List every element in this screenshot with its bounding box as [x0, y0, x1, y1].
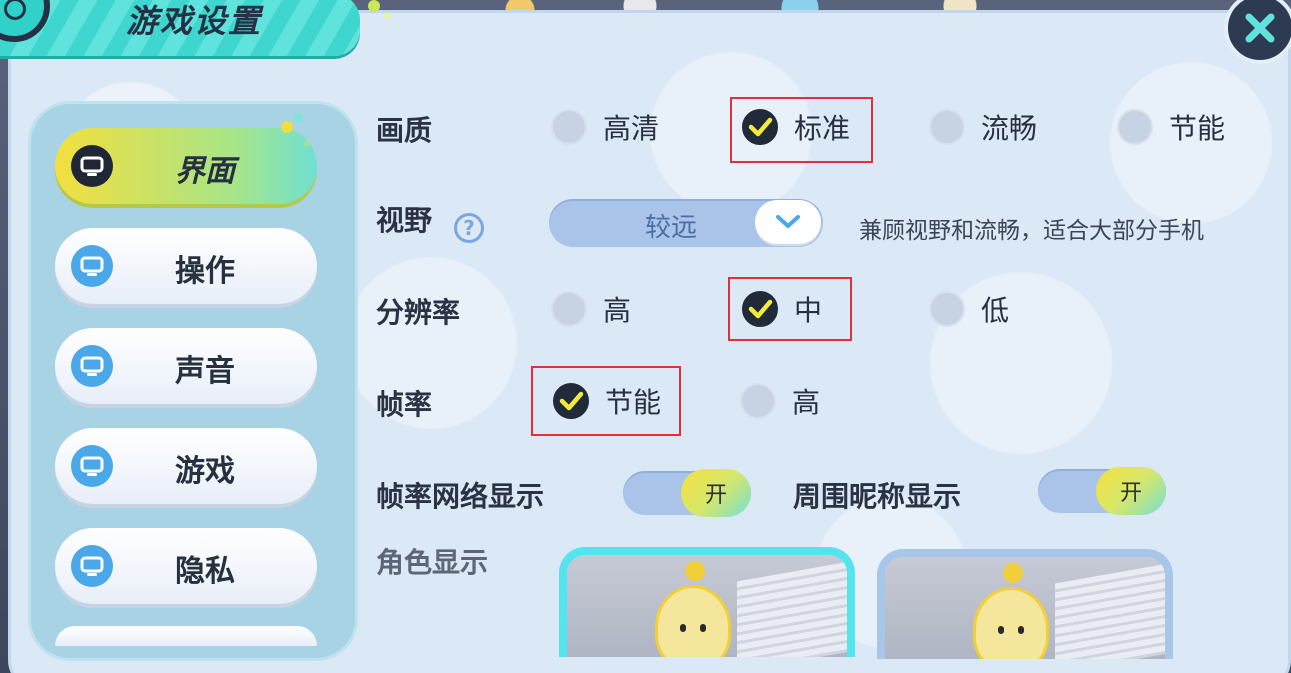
role-display-card[interactable] [877, 549, 1173, 659]
toggle-knob: 开 [1096, 467, 1166, 515]
radio-label: 高 [603, 294, 632, 327]
radio-circle [551, 109, 587, 145]
radio-circle [929, 109, 965, 145]
header-banner: 游戏设置 [0, 0, 360, 56]
question-icon[interactable]: ? [454, 213, 484, 243]
nearby-nickname-display-label: 周围昵称显示 [793, 480, 962, 513]
resolution-option-low[interactable]: 低 [929, 279, 1009, 339]
monitor-icon [71, 145, 113, 187]
sparkle-decoration [294, 113, 303, 122]
sidebar-item-sound[interactable]: 声音 [55, 328, 317, 404]
monitor-icon [71, 345, 113, 387]
quality-label: 画质 [376, 114, 433, 147]
selection-highlight-box [531, 366, 681, 436]
framerate-label: 帧率 [376, 388, 433, 421]
sidebar-item-label: 操作 [175, 254, 235, 289]
sidebar-item-label: 游戏 [175, 454, 235, 489]
role-display-card-selected[interactable] [559, 547, 855, 657]
role-display-label: 角色显示 [376, 546, 489, 579]
selection-highlight-box [730, 97, 873, 163]
sidebar-item-more[interactable] [55, 626, 317, 646]
sparkle-decoration [368, 0, 380, 12]
monitor-icon [71, 545, 113, 587]
radio-circle [929, 291, 965, 327]
sidebar-item-label: 隐私 [175, 554, 235, 589]
radio-circle [1117, 109, 1153, 145]
fov-dropdown[interactable]: 较远 [549, 199, 823, 247]
sparkle-decoration [281, 121, 293, 133]
framerate-network-display-label: 帧率网络显示 [376, 480, 545, 513]
chevron-down-icon[interactable] [755, 200, 821, 244]
radio-label: 流畅 [981, 112, 1038, 145]
radio-label: 高清 [603, 112, 660, 145]
radio-label: 低 [981, 294, 1010, 327]
selection-highlight-box [728, 277, 852, 341]
sidebar-item-interface[interactable]: 界面 [55, 128, 317, 204]
page-title: 游戏设置 [126, 2, 263, 40]
sidebar-item-controls[interactable]: 操作 [55, 228, 317, 304]
sidebar-item-label: 声音 [175, 354, 235, 389]
nearby-nickname-display-toggle[interactable]: 开 [1038, 467, 1166, 515]
quality-option-power-saving[interactable]: 节能 [1117, 97, 1225, 157]
fov-value: 较远 [645, 213, 698, 243]
settings-panel: 界面 操作 声音 游戏 隐私 画质 高清 标准 流畅 节能 视野 ? 较远 兼顾… [8, 10, 1291, 673]
fov-label: 视野 [376, 204, 433, 237]
radio-circle [551, 291, 587, 327]
character-antenna [1003, 563, 1023, 583]
quality-option-hd[interactable]: 高清 [551, 97, 659, 157]
sidebar-item-privacy[interactable]: 隐私 [55, 528, 317, 604]
close-icon [1245, 13, 1275, 43]
settings-sidebar: 界面 操作 声音 游戏 隐私 [28, 101, 358, 661]
fov-description: 兼顾视野和流畅，适合大部分手机 [859, 218, 1204, 244]
radio-label: 高 [792, 386, 821, 419]
monitor-icon [71, 445, 113, 487]
toggle-knob: 开 [681, 469, 751, 517]
sparkle-decoration [384, 12, 391, 19]
quality-option-smooth[interactable]: 流畅 [929, 97, 1037, 157]
radio-circle [740, 383, 776, 419]
sidebar-item-label: 界面 [175, 154, 235, 189]
character-antenna [685, 561, 705, 581]
resolution-option-high[interactable]: 高 [551, 279, 631, 339]
radio-label: 节能 [1169, 112, 1226, 145]
framerate-network-display-toggle[interactable]: 开 [623, 469, 751, 517]
framerate-option-high[interactable]: 高 [740, 371, 820, 431]
sparkle-decoration [304, 141, 310, 147]
sidebar-item-game[interactable]: 游戏 [55, 428, 317, 504]
monitor-icon [71, 245, 113, 287]
resolution-label: 分辨率 [376, 296, 461, 329]
